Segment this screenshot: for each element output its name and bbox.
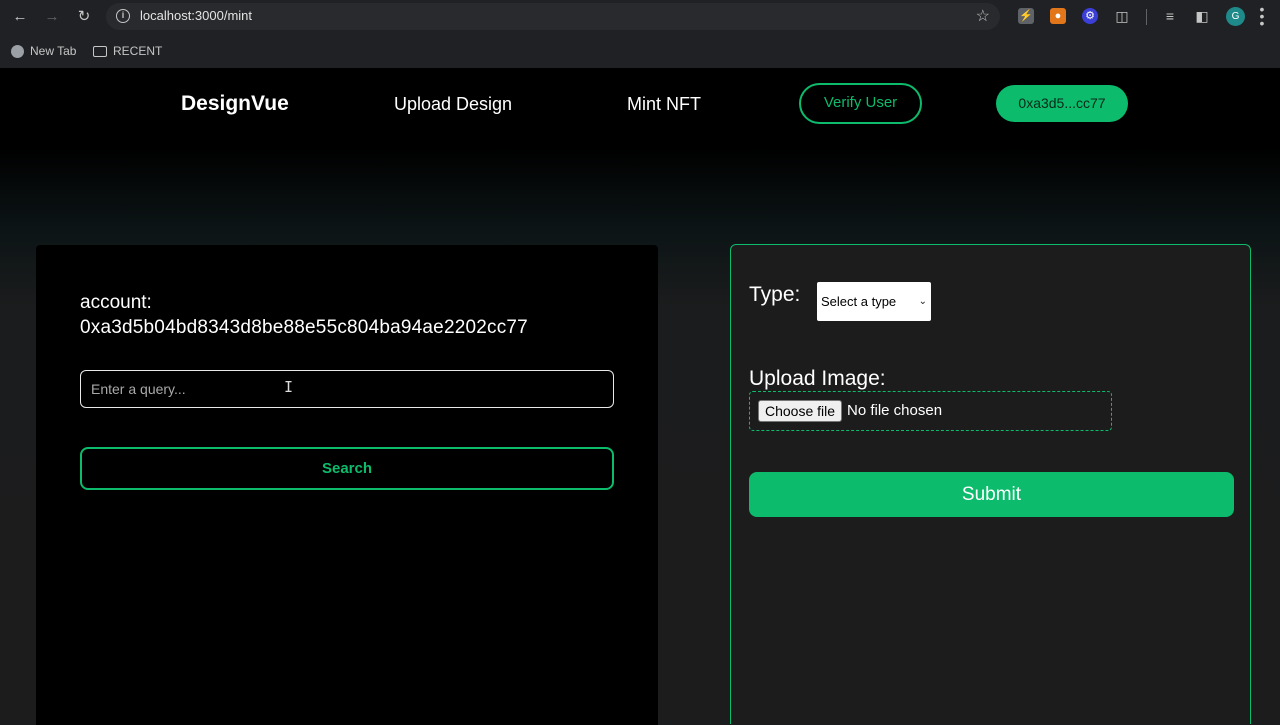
choose-file-button[interactable]: Choose file bbox=[758, 400, 843, 422]
reload-icon[interactable]: ↻ bbox=[74, 7, 94, 27]
more-menu-icon[interactable]: • • • bbox=[1257, 2, 1267, 30]
bookmark-label: RECENT bbox=[113, 44, 163, 58]
url-text[interactable]: localhost:3000/mint bbox=[140, 8, 252, 23]
type-select[interactable]: Select a type ⌄ bbox=[817, 282, 931, 321]
file-dropzone[interactable]: Choose file No file chosen bbox=[749, 391, 1112, 431]
nav-mint-nft[interactable]: Mint NFT bbox=[627, 94, 701, 115]
reading-list-icon[interactable]: ≡ bbox=[1162, 8, 1178, 24]
page: DesignVue Upload Design Mint NFT Verify … bbox=[0, 68, 1280, 725]
browser-toolbar: ← → ↻ i localhost:3000/mint ☆ ⚡ ● ⚙ ◫ ≡ … bbox=[0, 0, 1280, 34]
file-status-text: No file chosen bbox=[847, 402, 943, 419]
bookmark-star-icon[interactable]: ☆ bbox=[976, 6, 990, 26]
gear-extension-icon[interactable]: ⚙ bbox=[1082, 8, 1098, 24]
mint-form-panel: Type: Select a type ⌄ Upload Image: Choo… bbox=[730, 244, 1251, 724]
extension-icon[interactable]: ⚡ bbox=[1018, 8, 1034, 24]
search-panel: account: 0xa3d5b04bd8343d8be88e55c804ba9… bbox=[36, 245, 658, 725]
verify-user-button[interactable]: Verify User bbox=[799, 83, 922, 124]
submit-button[interactable]: Submit bbox=[749, 472, 1234, 517]
text-cursor-icon: I bbox=[284, 378, 294, 396]
toolbar-divider bbox=[1146, 9, 1147, 25]
side-panel-icon[interactable]: ◧ bbox=[1194, 8, 1210, 24]
type-select-value: Select a type bbox=[821, 294, 897, 309]
back-arrow-icon[interactable]: ← bbox=[10, 7, 30, 27]
bookmark-folder-recent[interactable]: RECENT bbox=[93, 44, 162, 58]
nav-upload-design[interactable]: Upload Design bbox=[394, 94, 512, 115]
type-label: Type: bbox=[749, 283, 801, 306]
address-bar[interactable]: i localhost:3000/mint ☆ bbox=[106, 3, 1000, 30]
forward-arrow-icon[interactable]: → bbox=[42, 7, 62, 27]
brand-logo[interactable]: DesignVue bbox=[181, 92, 289, 116]
folder-icon bbox=[93, 45, 107, 57]
query-input[interactable] bbox=[80, 370, 614, 408]
search-button[interactable]: Search bbox=[80, 447, 614, 490]
bookmark-label: New Tab bbox=[30, 44, 77, 58]
profile-avatar[interactable]: G bbox=[1226, 7, 1245, 26]
chevron-down-icon: ⌄ bbox=[918, 296, 927, 307]
account-address: 0xa3d5b04bd8343d8be88e55c804ba94ae2202cc… bbox=[80, 317, 528, 338]
globe-icon bbox=[11, 44, 24, 58]
bookmark-new-tab[interactable]: New Tab bbox=[11, 44, 76, 58]
puzzle-extensions-icon[interactable]: ◫ bbox=[1114, 8, 1130, 24]
wallet-address-button[interactable]: 0xa3d5...cc77 bbox=[996, 85, 1128, 122]
metamask-fox-icon[interactable]: ● bbox=[1050, 8, 1066, 24]
upload-image-label: Upload Image: bbox=[749, 367, 886, 390]
site-info-icon[interactable]: i bbox=[116, 9, 130, 23]
bookmarks-bar: New Tab RECENT bbox=[0, 34, 1280, 68]
account-label: account: bbox=[80, 292, 152, 313]
